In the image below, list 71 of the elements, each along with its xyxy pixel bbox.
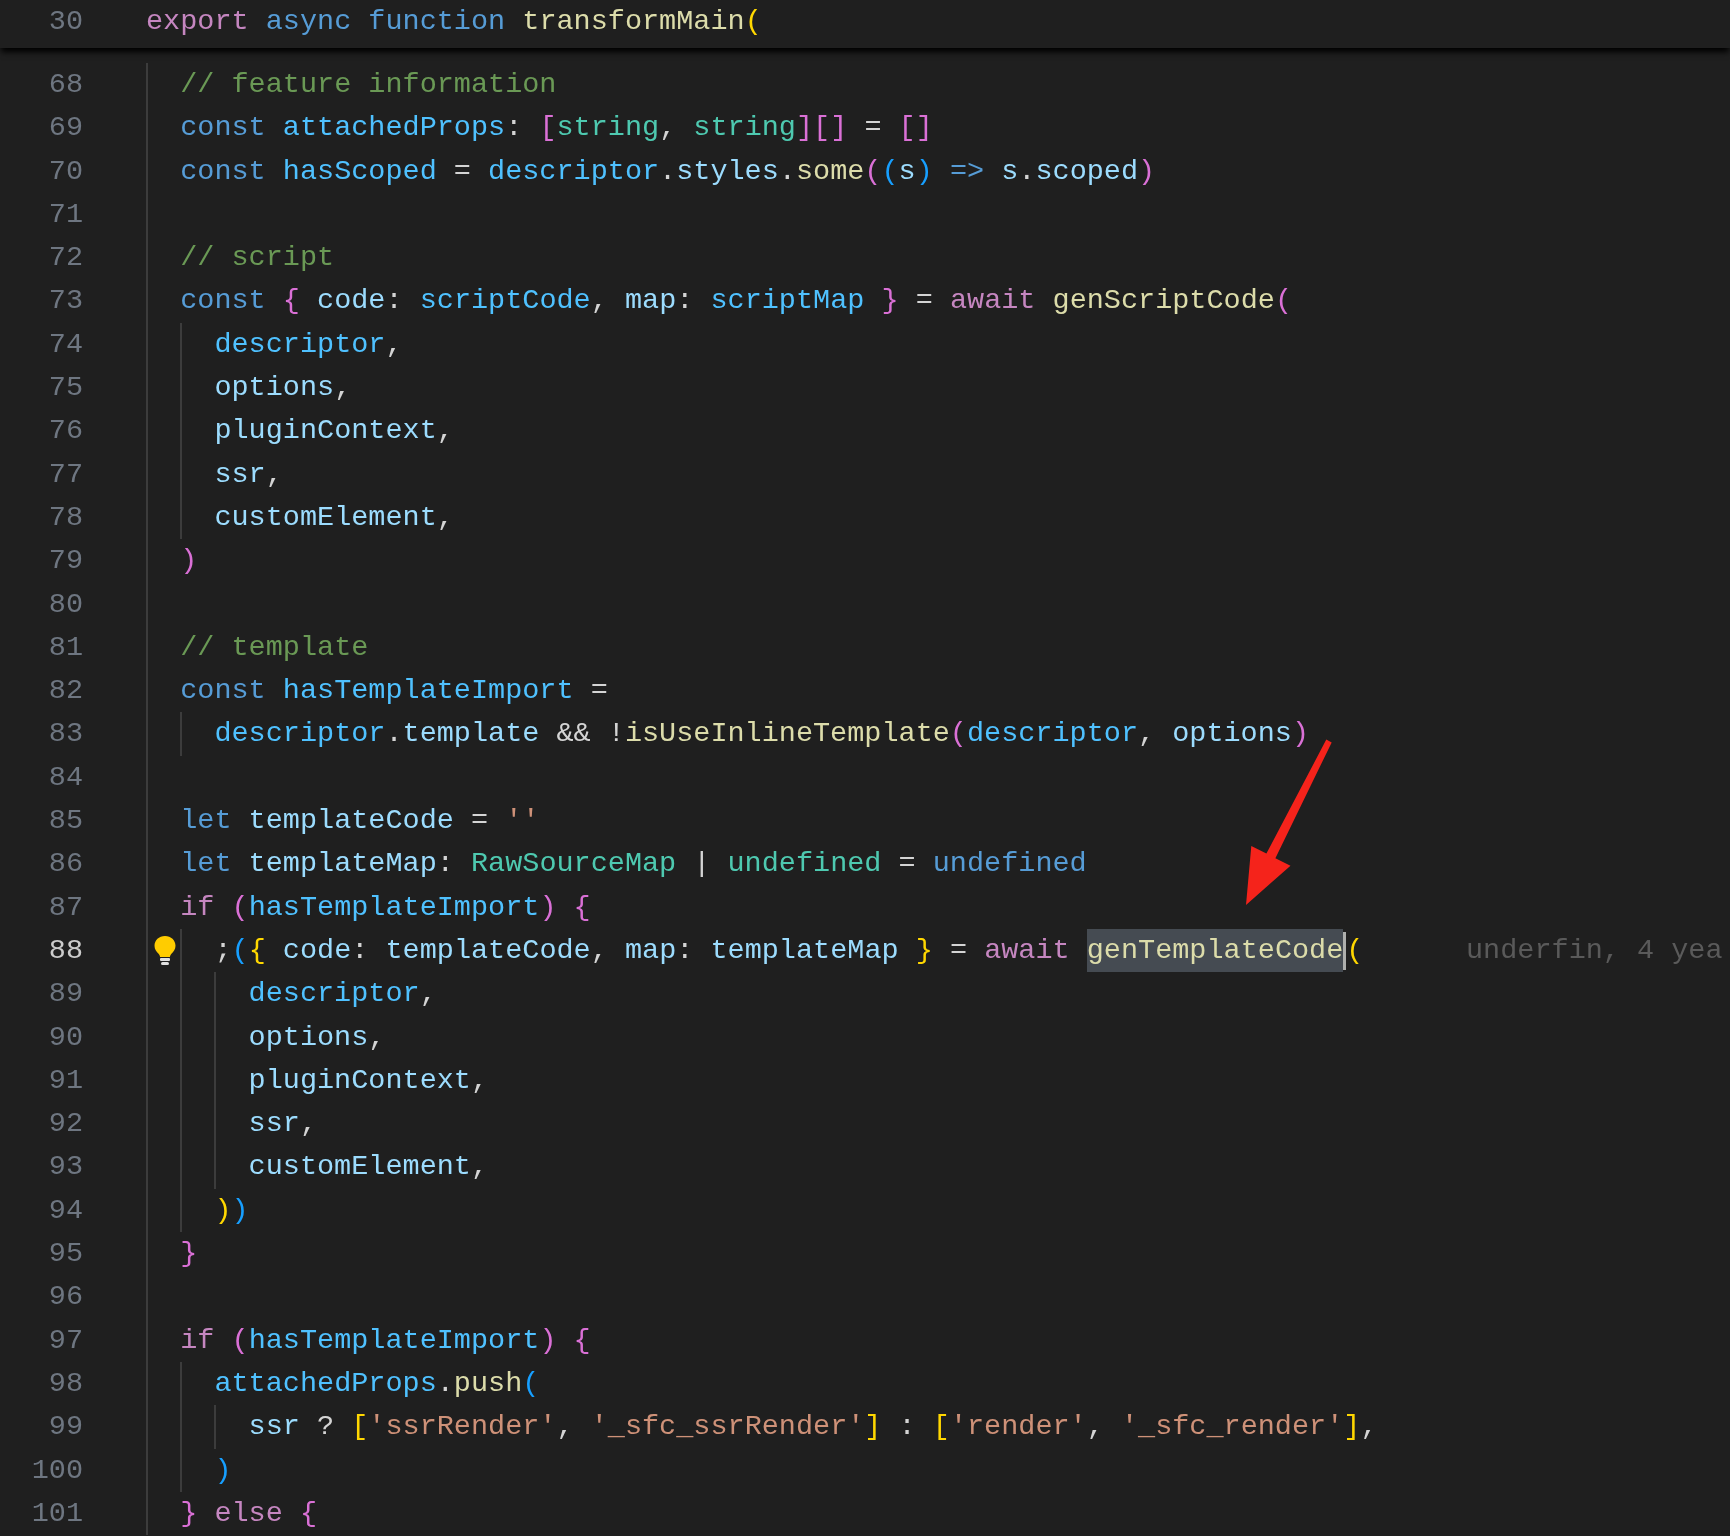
code-line: } bbox=[180, 1236, 198, 1272]
line-number: 79 bbox=[47, 543, 83, 580]
line-number: 77 bbox=[47, 456, 83, 493]
line-number: 78 bbox=[47, 499, 83, 536]
code-line: const hasScoped = descriptor.styles.some((s) => s.scoped) bbox=[180, 153, 1156, 190]
code-line: // feature information bbox=[180, 67, 557, 103]
line-number: 70 bbox=[47, 153, 83, 190]
selected-text: genTemplateCode bbox=[1086, 928, 1344, 973]
line-number: 76 bbox=[47, 413, 83, 450]
code-line: const attachedProps: [string, string][] = [] bbox=[180, 110, 933, 147]
line-number: 71 bbox=[47, 196, 83, 233]
line-number: 83 bbox=[47, 716, 83, 753]
code-line: descriptor, bbox=[214, 326, 403, 363]
line-number: 68 bbox=[47, 67, 83, 103]
line-number: 101 bbox=[30, 1495, 83, 1532]
code-line: customElement, bbox=[248, 1149, 489, 1186]
line-number: 98 bbox=[47, 1365, 83, 1402]
code-line: attachedProps.push( bbox=[214, 1365, 540, 1402]
code-line: ssr, bbox=[214, 456, 283, 493]
code-line: const hasTemplateImport = bbox=[180, 673, 608, 710]
line-number: 87 bbox=[47, 889, 83, 926]
text-cursor bbox=[1343, 931, 1347, 970]
code-line: } else { bbox=[180, 1495, 318, 1532]
line-number: 96 bbox=[47, 1279, 83, 1316]
code-line: const { code: scriptCode, map: scriptMap } = await genScriptCode( bbox=[180, 283, 1292, 320]
code-line: if (hasTemplateImport) { bbox=[180, 889, 591, 926]
line-number: 92 bbox=[47, 1106, 83, 1143]
line-number: 72 bbox=[47, 240, 83, 277]
line-number: 85 bbox=[47, 803, 83, 840]
line-number: 89 bbox=[47, 976, 83, 1013]
blame-annotation: underfin, 4 yea bbox=[1466, 932, 1723, 969]
code-line: ) bbox=[180, 543, 198, 580]
line-number: 100 bbox=[30, 1452, 83, 1489]
code-line: ssr ? ['ssrRender', '_sfc_ssrRender'] : ['render', '_sfc_render'], bbox=[248, 1409, 1378, 1446]
line-number: 30 bbox=[47, 4, 83, 40]
code-line: ssr, bbox=[248, 1106, 318, 1143]
line-number: 86 bbox=[47, 846, 83, 883]
lightbulb-icon[interactable] bbox=[153, 934, 177, 966]
line-number: 69 bbox=[47, 110, 83, 147]
code-line: pluginContext, bbox=[214, 413, 454, 450]
code-line: ) bbox=[214, 1452, 232, 1489]
line-number: 84 bbox=[47, 759, 83, 796]
line-number: 99 bbox=[47, 1409, 83, 1446]
code-line: descriptor, bbox=[248, 976, 437, 1013]
line-number: 81 bbox=[47, 629, 83, 666]
code-line: options, bbox=[214, 370, 352, 407]
code-line: export async function transformMain( bbox=[146, 4, 762, 40]
code-line: descriptor.template && !isUseInlineTemplate(descriptor, options) bbox=[214, 716, 1310, 753]
line-number: 97 bbox=[47, 1322, 83, 1359]
code-line: // template bbox=[180, 629, 369, 666]
code-line: // script bbox=[180, 240, 335, 277]
code-line: )) bbox=[214, 1192, 249, 1229]
line-number: 93 bbox=[47, 1149, 83, 1186]
line-number: 74 bbox=[47, 326, 83, 363]
code-line: pluginContext, bbox=[248, 1062, 489, 1099]
code-line: ;({ code: templateCode, map: templateMap } = await bbox=[214, 932, 1071, 969]
line-number: 95 bbox=[47, 1236, 83, 1272]
line-number: 82 bbox=[47, 673, 83, 710]
code-line: options, bbox=[248, 1019, 386, 1056]
line-number: 91 bbox=[47, 1062, 83, 1099]
code-line: let templateCode = '' bbox=[180, 803, 540, 840]
line-number: 88 bbox=[47, 932, 83, 969]
code-line: let templateMap: RawSourceMap | undefined = undefined bbox=[180, 846, 1087, 883]
line-number: 90 bbox=[47, 1019, 83, 1056]
code-line: if (hasTemplateImport) { bbox=[180, 1322, 591, 1359]
code-line: customElement, bbox=[214, 499, 454, 536]
line-number: 75 bbox=[47, 370, 83, 407]
code-line: ( bbox=[1346, 932, 1364, 969]
line-number: 80 bbox=[47, 586, 83, 623]
line-number: 73 bbox=[47, 283, 83, 320]
line-number: 94 bbox=[47, 1192, 83, 1229]
